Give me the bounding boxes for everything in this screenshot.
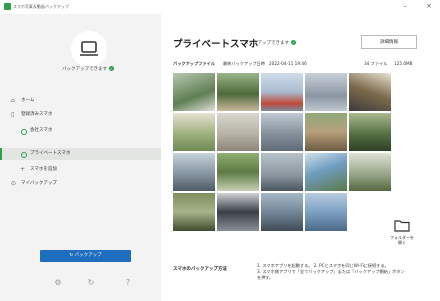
- photo-thumbnail[interactable]: [305, 73, 347, 111]
- sidebar-item-label: スマホを追加: [30, 167, 57, 172]
- device-status: バックアップできます ✓: [62, 66, 114, 72]
- last-backup-datetime: 2022-04-11 19:46: [269, 61, 307, 66]
- app-icon: [4, 3, 11, 10]
- open-folder-button[interactable]: フォルダーを 開く: [387, 217, 417, 257]
- window-titlebar: スマホ写真＆動画バックアップ – ×: [0, 0, 440, 14]
- sidebar-item-label: 会社スマホ: [30, 128, 53, 133]
- home-icon: ⌂: [11, 97, 15, 104]
- sidebar-item-company-phone[interactable]: 会社スマホ: [0, 125, 161, 137]
- backup-method-instructions: 1. スマホアプリを起動する。 2. PCとスマホを同じWi-Fiに接続する。 …: [257, 263, 427, 281]
- photo-thumbnail[interactable]: [217, 193, 259, 231]
- help-icon[interactable]: ?: [122, 278, 134, 287]
- photo-thumbnail[interactable]: [349, 73, 391, 111]
- sidebar-item-label: ホーム: [21, 98, 35, 103]
- settings-icon[interactable]: ⚙: [52, 278, 64, 287]
- sidebar-item-home[interactable]: ⌂ ホーム: [0, 95, 161, 107]
- laptop-icon: [80, 41, 98, 56]
- instruction-line: 3. スマホ側アプリで「全てバックアップ」または「バックアップ開始」ボタン: [257, 269, 405, 274]
- photo-thumbnail[interactable]: [261, 193, 303, 231]
- plus-icon: +: [20, 166, 26, 173]
- last-backup-label: 最終バックアップ日時: [223, 61, 265, 66]
- file-count: 34 ファイル: [364, 61, 388, 66]
- photo-thumbnail[interactable]: [305, 153, 347, 191]
- minimize-button[interactable]: –: [398, 1, 412, 12]
- backup-button[interactable]: ↻ バックアップ: [40, 250, 131, 262]
- backup-file-label: バックアップファイル: [173, 61, 215, 66]
- photo-thumbnail[interactable]: [261, 153, 303, 191]
- open-folder-label-line2: 開く: [398, 240, 406, 245]
- close-button[interactable]: ×: [422, 1, 436, 12]
- sidebar-item-label: マイバックアップ: [21, 181, 57, 186]
- backup-icon: ⊙: [11, 180, 17, 187]
- photo-thumbnail[interactable]: [217, 73, 259, 111]
- sidebar-item-label: 登録済みスマホ: [21, 112, 53, 117]
- sidebar: バックアップできます ✓ ⌂ ホーム ▯ 登録済みスマホ 会社スマホ プライベート…: [0, 14, 161, 301]
- window-title: スマホ写真＆動画バックアップ: [13, 4, 69, 9]
- photo-thumbnail[interactable]: [305, 113, 347, 151]
- photo-thumbnail[interactable]: [173, 193, 215, 231]
- photo-thumbnail[interactable]: [349, 113, 391, 151]
- sidebar-item-registered-phones[interactable]: ▯ 登録済みスマホ: [0, 109, 161, 121]
- photo-thumbnail[interactable]: [261, 113, 303, 151]
- photo-thumbnail[interactable]: [217, 113, 259, 151]
- backup-method-label: スマホのバックアップ方法: [173, 267, 227, 272]
- backup-status: バックアップできます ✓: [244, 40, 296, 46]
- photo-thumbnail[interactable]: [261, 73, 303, 111]
- photo-thumbnail[interactable]: [173, 153, 215, 191]
- instruction-line: を押す。: [257, 275, 274, 280]
- sidebar-item-add-phone[interactable]: + スマホを追加: [0, 164, 161, 176]
- status-dot-icon: [21, 152, 27, 158]
- backup-status-text: バックアップできます: [244, 41, 289, 46]
- photo-thumbnail[interactable]: [305, 193, 347, 231]
- device-status-text: バックアップできます: [62, 67, 107, 72]
- device-avatar: [71, 31, 107, 67]
- check-icon: ✓: [109, 66, 114, 71]
- status-dot-icon: [21, 129, 27, 135]
- photo-thumbnail[interactable]: [173, 113, 215, 151]
- check-icon: ✓: [291, 40, 296, 45]
- photo-thumbnail[interactable]: [217, 153, 259, 191]
- total-size: 125.0MB: [394, 61, 413, 66]
- photo-thumbnail[interactable]: [173, 73, 215, 111]
- history-icon[interactable]: ↻: [85, 278, 97, 287]
- photo-thumbnail[interactable]: [349, 153, 391, 191]
- phone-icon: ▯: [11, 111, 15, 118]
- folder-icon: [394, 220, 410, 232]
- active-indicator: [0, 148, 2, 160]
- backup-meta: バックアップファイル 最終バックアップ日時 2022-04-11 19:46 3…: [173, 61, 425, 69]
- sidebar-item-label: プライベートスマホ: [30, 151, 71, 156]
- sidebar-item-private-phone[interactable]: プライベートスマホ: [0, 148, 161, 160]
- sidebar-item-my-backup[interactable]: ⊙ マイバックアップ: [0, 178, 161, 190]
- detail-info-button[interactable]: 詳細情報: [361, 35, 417, 49]
